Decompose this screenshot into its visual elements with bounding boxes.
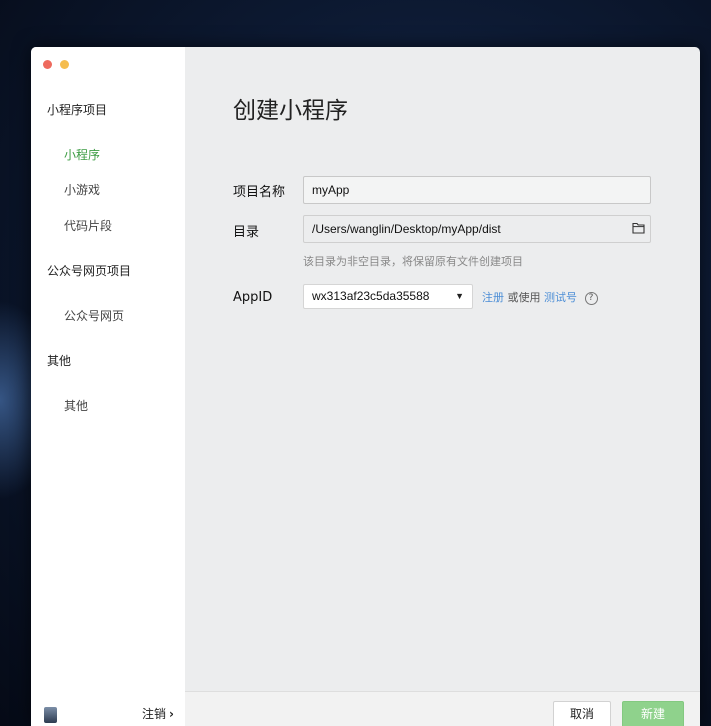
sidebar-group-other: 其他 — [47, 354, 72, 368]
sidebar-item-miniprogram[interactable]: 小程序 — [64, 146, 100, 163]
sidebar-group-official-web: 公众号网页项目 — [47, 264, 132, 278]
create-button[interactable]: 新建 — [622, 701, 684, 726]
project-name-input[interactable] — [303, 176, 651, 204]
sidebar-group-miniprogram: 小程序项目 — [47, 103, 108, 117]
appid-select-value: wx313af23c5da35588 — [312, 289, 430, 303]
footer-bar: 取消 新建 — [185, 691, 700, 726]
sidebar-item-minigame[interactable]: 小游戏 — [64, 181, 100, 198]
logout-button[interactable]: 注销 › — [142, 705, 174, 722]
appid-links: 注册 或使用 测试号 ? — [482, 289, 598, 305]
minimize-window-button[interactable] — [60, 60, 69, 69]
register-link[interactable]: 注册 — [482, 291, 504, 304]
cancel-button[interactable]: 取消 — [553, 701, 611, 726]
appid-label: AppID — [233, 290, 273, 305]
chevron-right-icon: › — [169, 707, 174, 721]
caret-down-icon: ▼ — [455, 291, 464, 301]
close-window-button[interactable] — [43, 60, 52, 69]
app-window: 小程序项目 小程序 小游戏 代码片段 公众号网页项目 公众号网页 其他 其他 注… — [31, 47, 700, 726]
main-panel: 创建小程序 项目名称 目录 /Users/wanglin/Desktop/myA… — [185, 47, 700, 726]
directory-hint: 该目录为非空目录，将保留原有文件创建项目 — [303, 255, 523, 268]
sidebar-item-code-snippet[interactable]: 代码片段 — [64, 217, 112, 234]
folder-icon[interactable] — [632, 222, 645, 234]
appid-select[interactable]: wx313af23c5da35588 ▼ — [303, 284, 473, 309]
device-icon[interactable] — [44, 707, 57, 723]
page-title: 创建小程序 — [233, 98, 348, 124]
sidebar-item-other[interactable]: 其他 — [64, 397, 88, 414]
help-icon[interactable]: ? — [584, 291, 598, 305]
or-use-text: 或使用 — [507, 291, 541, 304]
project-name-label: 项目名称 — [233, 185, 286, 200]
sidebar-footer: 注销 › — [31, 690, 185, 726]
sidebar-item-official-web[interactable]: 公众号网页 — [64, 307, 124, 324]
logout-label: 注销 — [142, 707, 167, 721]
test-account-link[interactable]: 测试号 — [544, 291, 577, 304]
sidebar: 小程序项目 小程序 小游戏 代码片段 公众号网页项目 公众号网页 其他 其他 注… — [31, 47, 185, 726]
directory-input[interactable]: /Users/wanglin/Desktop/myApp/dist — [303, 215, 651, 243]
directory-label: 目录 — [233, 225, 260, 240]
